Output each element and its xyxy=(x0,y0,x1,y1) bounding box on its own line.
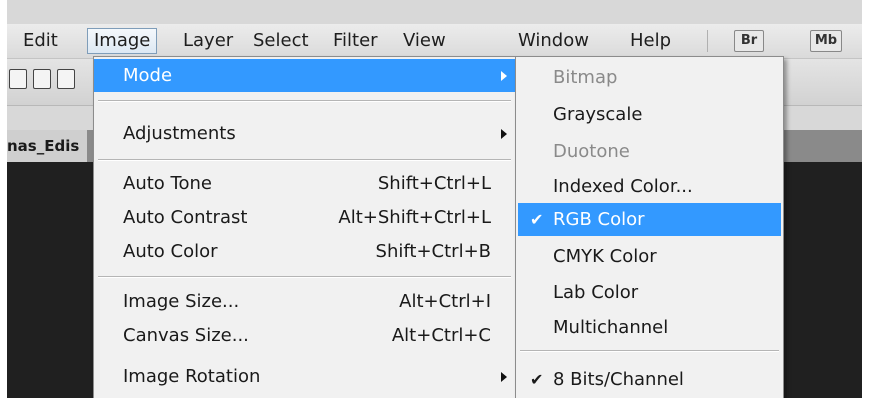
menu-filter[interactable]: Filter xyxy=(327,28,384,54)
menu-separator xyxy=(707,30,708,52)
photoshop-window: Edit Image Layer Select Filter View Wind… xyxy=(7,0,862,398)
menu-shortcut: Shift+Ctrl+L xyxy=(377,173,491,194)
menu-layer[interactable]: Layer xyxy=(177,28,239,54)
menu-item-label: Duotone xyxy=(553,141,630,162)
submenu-arrow-icon xyxy=(501,129,507,139)
menu-item-label: Bitmap xyxy=(553,67,618,88)
menu-item-label: Mode xyxy=(123,65,173,86)
mode-bitmap: Bitmap xyxy=(518,61,781,94)
menu-select[interactable]: Select xyxy=(247,28,315,54)
menu-shortcut: Alt+Ctrl+C xyxy=(391,325,491,346)
document-tab[interactable]: nas_Edis xyxy=(7,130,87,162)
menu-item-image-rotation[interactable]: Image Rotation xyxy=(94,360,515,393)
menu-item-label: Indexed Color... xyxy=(553,176,693,197)
mini-bridge-button[interactable]: Mb xyxy=(810,30,842,52)
menu-item-mode[interactable]: Mode xyxy=(94,59,515,92)
mode-submenu: Bitmap Grayscale Duotone Indexed Color..… xyxy=(515,56,784,398)
new-selection-icon[interactable] xyxy=(9,69,27,89)
mode-rgb-color[interactable]: ✔ RGB Color xyxy=(518,203,781,236)
menu-view[interactable]: View xyxy=(397,28,452,54)
menu-shortcut: Alt+Ctrl+I xyxy=(399,291,491,312)
subtract-from-selection-icon[interactable] xyxy=(57,69,75,89)
menu-item-label: Auto Contrast xyxy=(123,207,248,228)
menu-divider xyxy=(98,276,511,278)
menu-item-label: Grayscale xyxy=(553,104,643,125)
mode-cmyk-color[interactable]: CMYK Color xyxy=(518,240,781,273)
menu-bar: Edit Image Layer Select Filter View Wind… xyxy=(7,24,862,59)
submenu-arrow-icon xyxy=(501,372,507,382)
menu-item-label: CMYK Color xyxy=(553,246,657,267)
mode-indexed-color[interactable]: Indexed Color... xyxy=(518,170,781,203)
menu-edit[interactable]: Edit xyxy=(17,28,64,54)
bridge-launcher-button[interactable]: Br xyxy=(734,30,764,52)
checkmark-icon: ✔ xyxy=(530,210,544,229)
menu-image[interactable]: Image xyxy=(87,28,158,54)
menu-shortcut: Alt+Shift+Ctrl+L xyxy=(338,207,491,228)
image-menu-dropdown: Mode Adjustments Auto Tone Shift+Ctrl+L … xyxy=(93,56,516,398)
menu-item-label: Image Rotation xyxy=(123,366,261,387)
menu-item-label: Image Size... xyxy=(123,291,240,312)
menu-window[interactable]: Window xyxy=(512,28,595,54)
add-to-selection-icon[interactable] xyxy=(33,69,51,89)
menu-item-label: Multichannel xyxy=(553,317,669,338)
menu-shortcut: Shift+Ctrl+B xyxy=(375,241,491,262)
menu-divider xyxy=(98,159,511,161)
menu-item-label: 8 Bits/Channel xyxy=(553,369,684,390)
menu-item-label: Adjustments xyxy=(123,123,236,144)
menu-item-label: Canvas Size... xyxy=(123,325,249,346)
menu-item-label: RGB Color xyxy=(553,209,645,230)
menu-item-canvas-size[interactable]: Canvas Size... Alt+Ctrl+C xyxy=(94,319,515,352)
menu-item-auto-contrast[interactable]: Auto Contrast Alt+Shift+Ctrl+L xyxy=(94,201,515,234)
checkmark-icon: ✔ xyxy=(530,370,544,389)
menu-item-auto-tone[interactable]: Auto Tone Shift+Ctrl+L xyxy=(94,167,515,200)
mode-duotone: Duotone xyxy=(518,135,781,168)
menu-item-adjustments[interactable]: Adjustments xyxy=(94,117,515,150)
mode-grayscale[interactable]: Grayscale xyxy=(518,98,781,131)
menu-divider xyxy=(98,100,511,102)
menu-item-image-size[interactable]: Image Size... Alt+Ctrl+I xyxy=(94,285,515,318)
menu-item-label: Auto Tone xyxy=(123,173,212,194)
menu-divider xyxy=(520,350,779,352)
menu-item-auto-color[interactable]: Auto Color Shift+Ctrl+B xyxy=(94,235,515,268)
mode-multichannel[interactable]: Multichannel xyxy=(518,311,781,344)
menu-item-label: Auto Color xyxy=(123,241,218,262)
mode-8-bits-channel[interactable]: ✔ 8 Bits/Channel xyxy=(518,363,781,396)
menu-help[interactable]: Help xyxy=(624,28,677,54)
mode-lab-color[interactable]: Lab Color xyxy=(518,276,781,309)
submenu-arrow-icon xyxy=(501,71,507,81)
menu-item-label: Lab Color xyxy=(553,282,639,303)
